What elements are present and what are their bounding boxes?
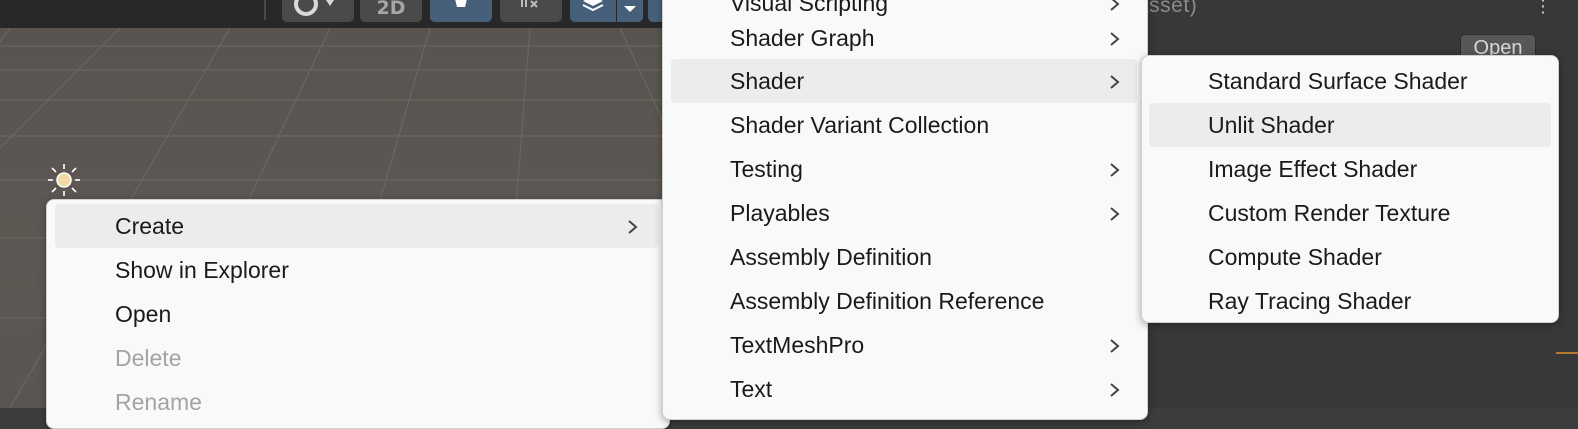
menu-item-custom-render-texture[interactable]: Custom Render Texture [1149,191,1551,235]
effects-toggle-button[interactable] [570,0,616,22]
menu-item-shader[interactable]: Shader [671,59,1137,103]
layers-icon [582,0,604,12]
menu-item-label: Open [115,301,172,327]
menu-item-label: Standard Surface Shader [1208,68,1468,94]
shader-submenu: Standard Surface Shader Unlit Shader Ima… [1141,55,1559,323]
menu-item-assembly-definition[interactable]: Assembly Definition [671,235,1137,279]
chevron-right-icon [627,204,639,234]
menu-item-label: Create [115,213,185,239]
chevron-right-icon [1109,16,1121,46]
chevron-right-icon [1109,147,1121,177]
menu-item-label: Text [730,376,773,402]
context-menu: Create Show in Explorer Open Delete Rena… [46,199,670,429]
menu-item-label: Image Effect Shader [1208,156,1418,182]
create-submenu: Visual Scripting Shader Graph Shader Sha… [662,0,1148,420]
chevron-right-icon [1109,323,1121,353]
menu-item-rename: Rename [55,380,659,424]
menu-item-label: Unlit Shader [1208,112,1335,138]
menu-item-label: Playables [730,200,830,226]
menu-item-ray-tracing-shader[interactable]: Ray Tracing Shader [1149,279,1551,323]
menu-item-label: Show in Explorer [115,257,289,283]
menu-item-label: Delete [115,345,182,371]
toolbar-separator [264,0,266,20]
menu-item-testing[interactable]: Testing [671,147,1137,191]
directional-light-icon[interactable] [46,162,82,198]
menu-item-shader-graph[interactable]: Shader Graph [671,16,1137,60]
menu-item-image-effect-shader[interactable]: Image Effect Shader [1149,147,1551,191]
menu-item-unlit-shader[interactable]: Unlit Shader [1149,103,1551,147]
chevron-down-icon [624,6,636,12]
menu-item-textmeshpro[interactable]: TextMeshPro [671,323,1137,367]
menu-item-label: Shader [730,68,805,94]
2d-toggle-button[interactable]: 2D [360,0,422,22]
menu-item-standard-surface-shader[interactable]: Standard Surface Shader [1149,59,1551,103]
chevron-right-icon [1109,367,1121,397]
menu-item-label: Rename [115,389,202,415]
menu-item-label: Shader Variant Collection [730,112,990,138]
menu-item-delete: Delete [55,336,659,380]
menu-item-open[interactable]: Open [55,292,659,336]
lightbulb-icon [455,0,467,7]
audio-toggle-button[interactable] [500,0,562,22]
menu-item-playables[interactable]: Playables [671,191,1137,235]
audio-mute-icon [521,0,538,8]
menu-item-label: Compute Shader [1208,244,1382,270]
menu-item-label: Ray Tracing Shader [1208,288,1412,314]
effects-dropdown-button[interactable] [617,0,643,22]
menu-item-label: TextMeshPro [730,332,865,358]
chevron-right-icon [1109,191,1121,221]
accent-line [1556,352,1578,354]
chevron-right-icon [1109,0,1121,11]
menu-item-show-in-explorer[interactable]: Show in Explorer [55,248,659,292]
lighting-toggle-button[interactable] [430,0,492,22]
menu-item-label: Assembly Definition [730,244,932,270]
menu-item-label: Shader Graph [730,25,875,51]
chevron-right-icon [1109,59,1121,89]
more-options-icon[interactable]: ⋮ [1534,0,1552,17]
menu-item-label: Custom Render Texture [1208,200,1451,226]
shading-mode-button[interactable] [282,0,354,22]
menu-item-text[interactable]: Text [671,367,1137,411]
menu-item-assembly-definition-reference[interactable]: Assembly Definition Reference [671,279,1137,323]
menu-item-label: Testing [730,156,803,182]
menu-item-shader-variant-collection[interactable]: Shader Variant Collection [671,103,1137,147]
menu-item-create[interactable]: Create [55,204,659,248]
menu-item-label: Assembly Definition Reference [730,288,1045,314]
menu-item-compute-shader[interactable]: Compute Shader [1149,235,1551,279]
circle-icon [294,0,334,16]
